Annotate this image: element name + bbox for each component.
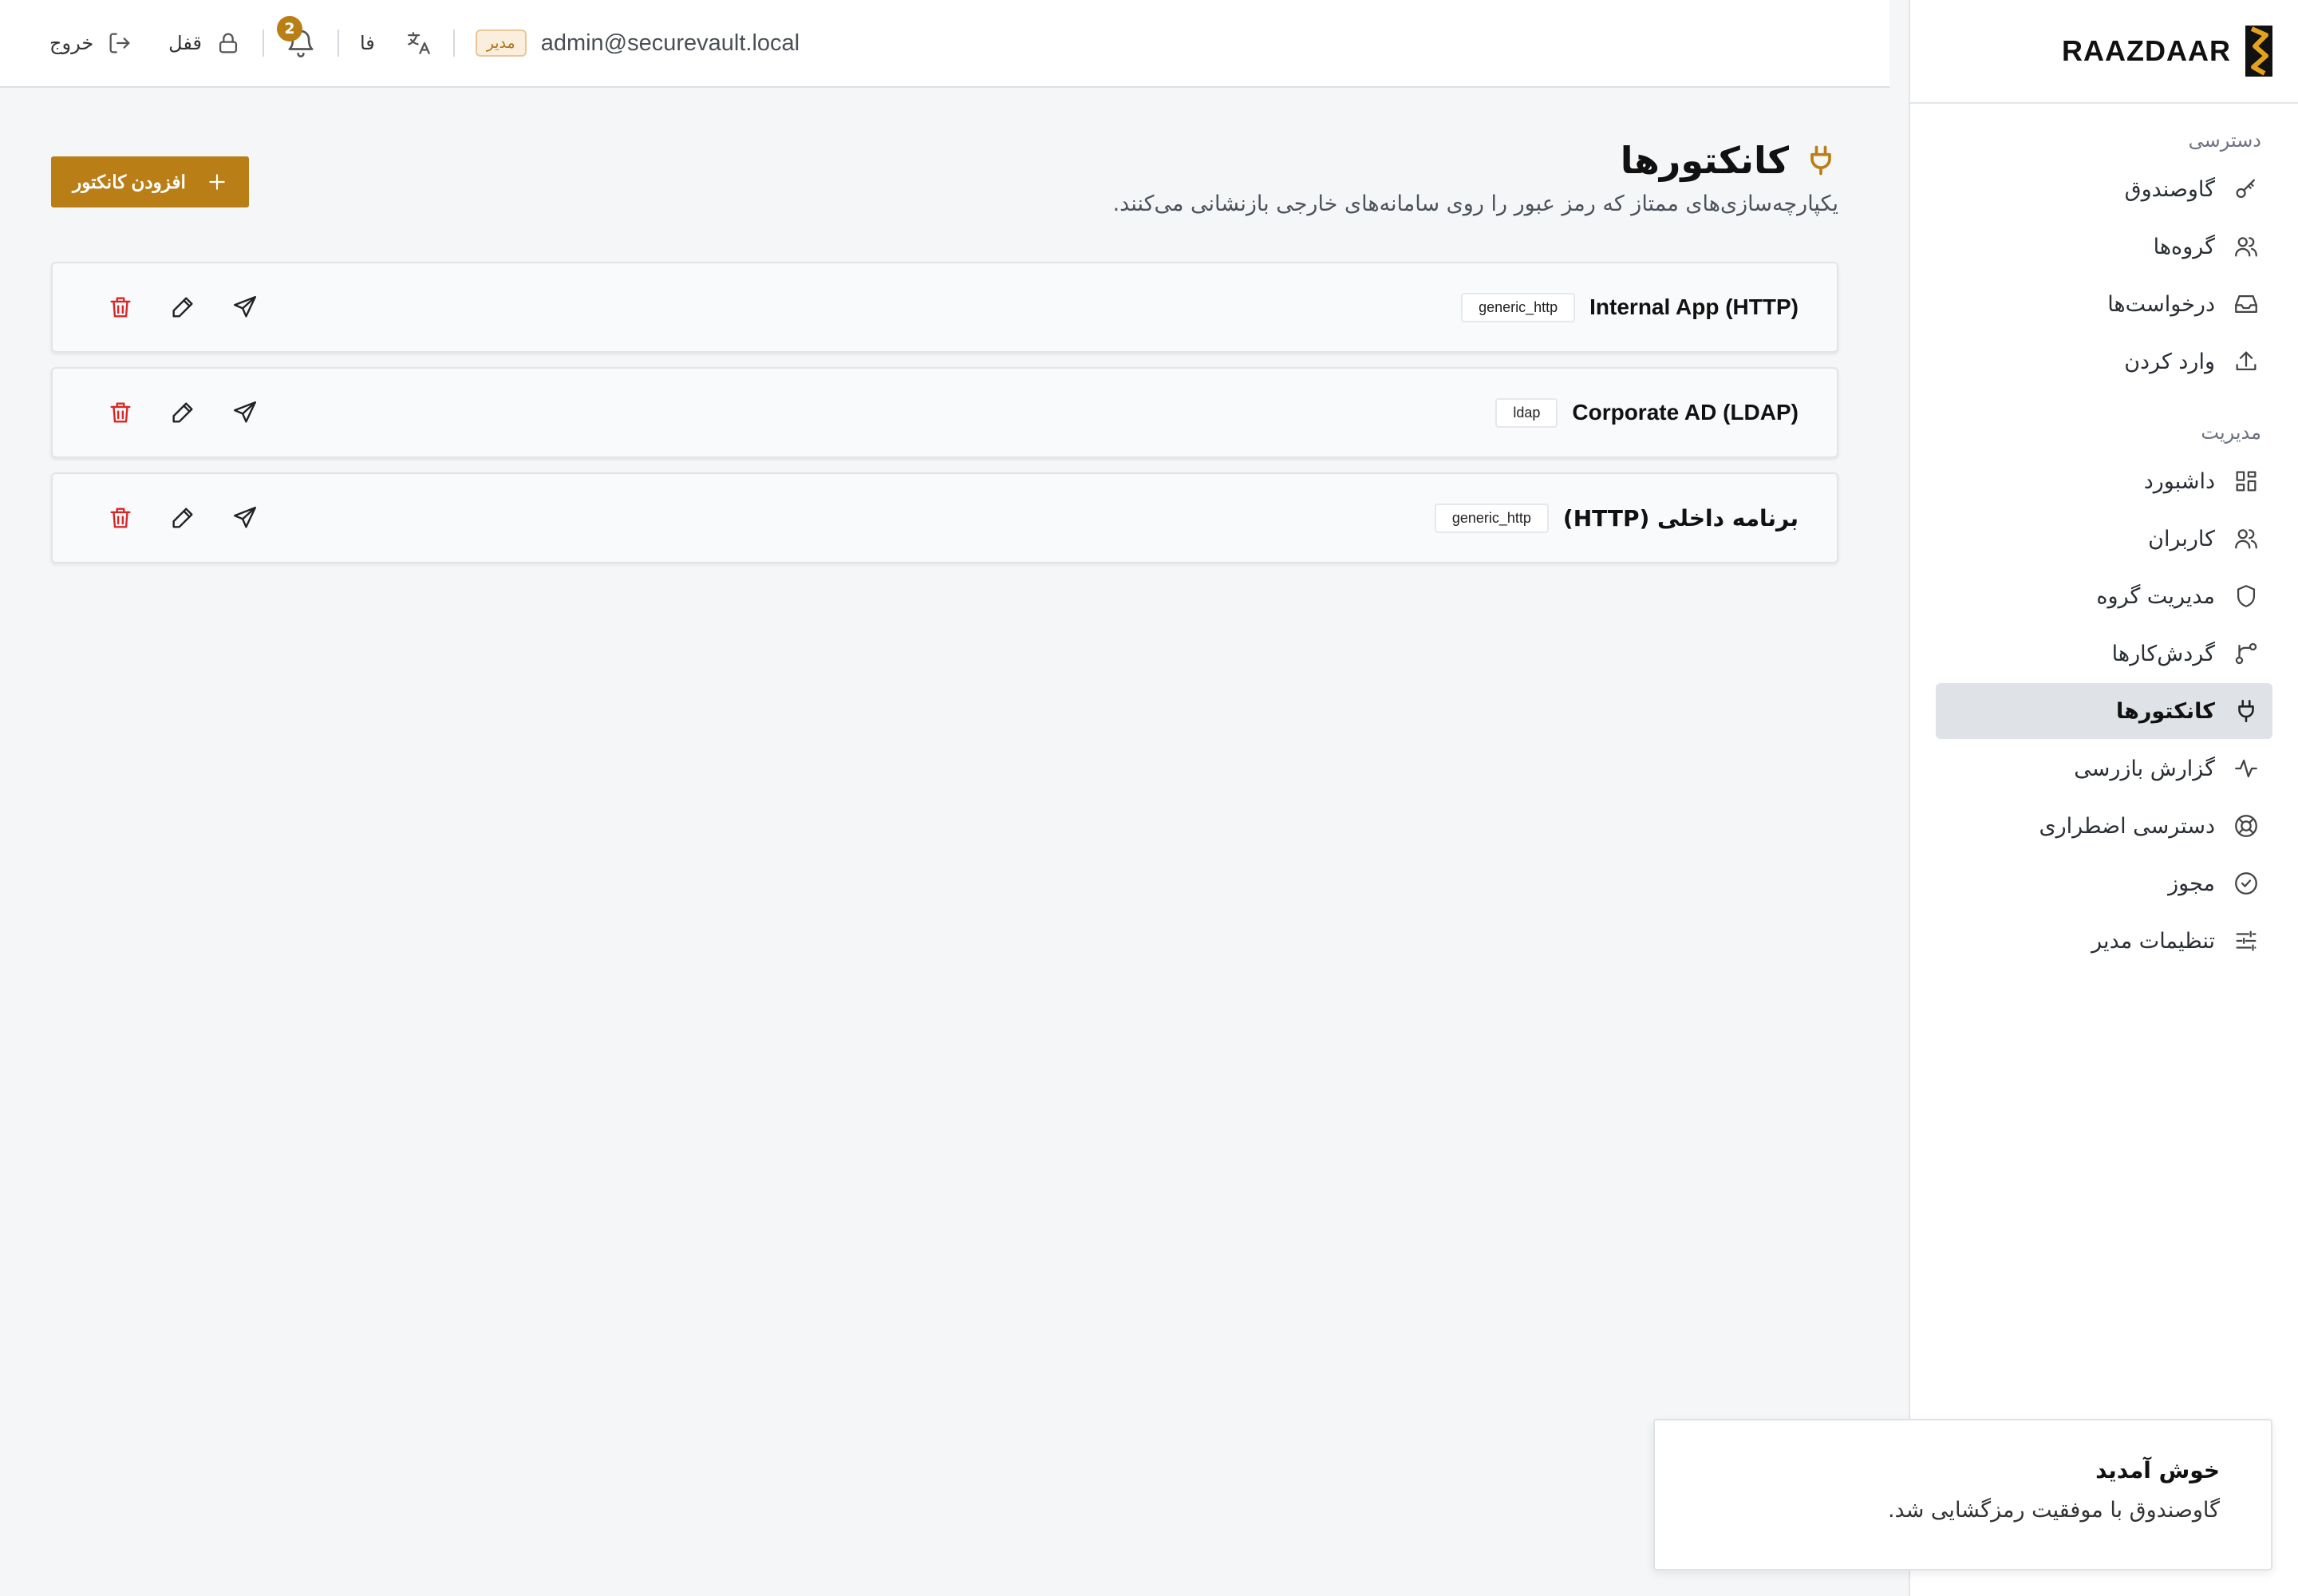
send-test-icon[interactable] <box>231 504 259 531</box>
card-actions <box>107 399 259 426</box>
sidebar-item-label: کانکتورها <box>2115 698 2215 724</box>
logout-label: خروج <box>49 32 94 54</box>
lifebuoy-icon <box>2235 815 2257 837</box>
lock-icon <box>219 33 238 53</box>
sidebar-item-admin-settings[interactable]: تنظیمات مدیر <box>1936 913 2272 969</box>
sidebar-item-label: گزارش بازرسی <box>2074 756 2215 781</box>
role-badge: مدیر <box>475 30 527 57</box>
connector-name: برنامه داخلی (HTTP) <box>1562 504 1799 531</box>
sidebar-item-label: مدیریت گروه <box>2096 583 2215 609</box>
language-label: فا <box>359 32 375 54</box>
translate-icon <box>407 32 430 54</box>
users-icon <box>2235 237 2257 257</box>
language-switcher[interactable]: فا <box>360 30 432 57</box>
nav-section-title: دسترسی <box>2188 129 2261 152</box>
edit-icon[interactable] <box>169 399 196 426</box>
add-connector-button[interactable]: افزودن کانکتور <box>51 156 249 207</box>
sidebar-item-import[interactable]: وارد کردن <box>1936 334 2272 389</box>
lock-button[interactable]: قفل <box>168 30 242 57</box>
sidebar-item-emergency-access[interactable]: دسترسی اضطراری <box>1936 798 2272 854</box>
logout-button[interactable]: خروج <box>49 30 133 57</box>
connector-name: Internal App (HTTP) <box>1589 294 1799 319</box>
sidebar-item-label: داشبورد <box>2143 468 2215 494</box>
edit-icon[interactable] <box>169 294 196 321</box>
sidebar-item-label: درخواست‌ها <box>2107 291 2215 317</box>
notification-count-badge: 2 <box>276 16 302 41</box>
sidebar-item-label: دسترسی اضطراری <box>2039 813 2215 839</box>
sidebar-item-label: گروه‌ها <box>2153 234 2215 259</box>
connector-type-badge: generic_http <box>1434 503 1549 533</box>
inbox-icon <box>2235 294 2257 314</box>
badge-check-icon <box>2235 872 2257 895</box>
sidebar-item-connectors[interactable]: کانکتورها <box>1936 683 2272 739</box>
sidebar: RAAZDAAR دسترسی گاوصندوق گروه‌ها درخواست… <box>1909 0 2298 1596</box>
connector-info: generic_http برنامه داخلی (HTTP) <box>1434 503 1799 533</box>
sidebar-item-license[interactable]: مجوز <box>1936 855 2272 911</box>
plus-icon <box>209 174 225 190</box>
page-subtitle: یکپارچه‌سازی‌های ممتاز که رمز عبور را رو… <box>1112 192 1838 216</box>
user-email: admin@securevault.local <box>540 30 800 56</box>
users-icon <box>2235 529 2257 549</box>
page-header: کانکتورها یکپارچه‌سازی‌های ممتاز که رمز … <box>51 139 1838 235</box>
connector-card: ldap Corporate AD (LDAP) <box>51 367 1838 458</box>
dashboard-icon <box>2236 471 2257 492</box>
notifications-button[interactable]: 2 <box>276 16 317 59</box>
sidebar-item-dashboard[interactable]: داشبورد <box>1936 453 2272 509</box>
trash-icon[interactable] <box>107 504 134 531</box>
sidebar-item-users[interactable]: کاربران <box>1936 511 2272 567</box>
sidebar-item-workflows[interactable]: گردش‌کارها <box>1936 626 2272 681</box>
topbar-divider <box>452 30 455 57</box>
connector-card: generic_http برنامه داخلی (HTTP) <box>51 472 1838 563</box>
connector-info: ldap Corporate AD (LDAP) <box>1495 397 1799 428</box>
sidebar-item-label: کاربران <box>2148 526 2215 551</box>
connector-card: generic_http Internal App (HTTP) <box>51 262 1838 353</box>
connector-info: generic_http Internal App (HTTP) <box>1461 292 1799 322</box>
nav-section-title: مدیریت <box>2201 421 2261 444</box>
card-actions <box>107 294 259 321</box>
sliders-icon <box>2236 930 2257 951</box>
brand-name: RAAZDAAR <box>2062 34 2231 67</box>
send-test-icon[interactable] <box>231 399 259 426</box>
workflow-icon <box>2235 642 2257 665</box>
sidebar-item-audit-log[interactable]: گزارش بازرسی <box>1936 741 2272 796</box>
sidebar-item-label: وارد کردن <box>2124 349 2215 374</box>
page-title-text: کانکتورها <box>1620 139 1789 182</box>
card-actions <box>107 504 259 531</box>
toast-notification: خوش آمدید گاوصندوق با موفقیت رمزگشایی شد… <box>1653 1419 2272 1570</box>
sidebar-item-label: تنظیمات مدیر <box>2091 928 2215 954</box>
sidebar-item-group-management[interactable]: مدیریت گروه <box>1936 568 2272 624</box>
toast-title: خوش آمدید <box>2095 1457 2220 1483</box>
connector-type-badge: generic_http <box>1461 292 1576 322</box>
brand-logo-icon <box>2245 26 2272 77</box>
sidebar-item-label: گردش‌کارها <box>2111 641 2215 666</box>
topbar-divider <box>337 30 339 57</box>
key-icon <box>2236 179 2256 199</box>
sidebar-item-requests[interactable]: درخواست‌ها <box>1936 276 2272 332</box>
sidebar-item-label: مجوز <box>2168 871 2215 896</box>
lock-label: قفل <box>168 32 202 54</box>
shield-icon <box>2237 585 2256 607</box>
connector-name: Corporate AD (LDAP) <box>1572 400 1799 425</box>
plug-icon <box>2238 699 2254 723</box>
topbar: خروج قفل 2 فا مدیر admin@securevault.loc… <box>0 0 1889 88</box>
brand[interactable]: RAAZDAAR <box>1910 0 2298 104</box>
sidebar-item-label: گاوصندوق <box>2124 176 2215 202</box>
activity-icon <box>2235 759 2257 778</box>
logout-icon <box>109 33 130 53</box>
edit-icon[interactable] <box>169 504 196 531</box>
trash-icon[interactable] <box>107 294 134 321</box>
connector-list: generic_http Internal App (HTTP) ldap Co… <box>51 262 1838 578</box>
upload-icon <box>2236 351 2257 371</box>
toast-message: گاوصندوق با موفقیت رمزگشایی شد. <box>1887 1498 2220 1523</box>
trash-icon[interactable] <box>107 399 134 426</box>
sidebar-item-groups[interactable]: گروه‌ها <box>1936 219 2272 275</box>
sidebar-nav: دسترسی گاوصندوق گروه‌ها درخواست‌ها وارد … <box>1910 129 2298 969</box>
plug-icon <box>1810 145 1831 176</box>
send-test-icon[interactable] <box>231 294 259 321</box>
sidebar-item-vault[interactable]: گاوصندوق <box>1936 161 2272 217</box>
connector-type-badge: ldap <box>1495 397 1558 428</box>
add-connector-label: افزودن کانکتور <box>73 171 186 192</box>
topbar-divider <box>262 30 264 57</box>
page-title: کانکتورها <box>1621 139 1838 182</box>
